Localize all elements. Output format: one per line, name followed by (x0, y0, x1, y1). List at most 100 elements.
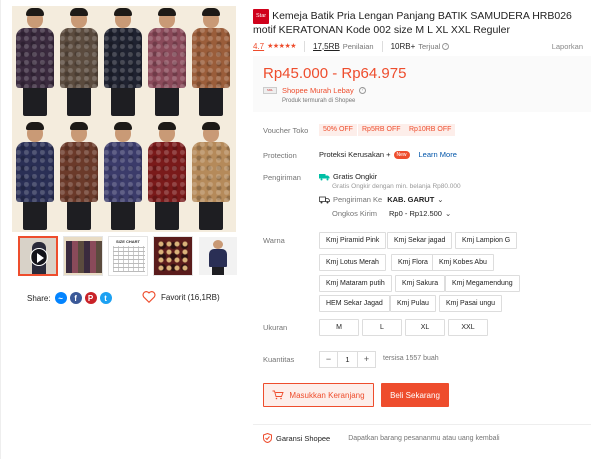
pinterest-icon[interactable]: P (84, 292, 97, 304)
add-to-cart-button[interactable]: Masukkan Keranjang (263, 383, 374, 407)
favorite-label: Favorit (16,1RB) (161, 292, 220, 302)
heart-icon (142, 291, 156, 303)
model-figure (146, 8, 188, 116)
ratings-count[interactable]: 17,5RB (313, 42, 340, 51)
shield-icon (263, 433, 272, 443)
shipping-to-label: Pengiriman Ke (333, 195, 383, 204)
color-option[interactable]: Kmj Pulau (390, 295, 436, 312)
quantity-input[interactable]: 1 (337, 352, 358, 367)
rating-value[interactable]: 4.7 (253, 42, 264, 51)
model-figure (102, 8, 144, 116)
shop-logo: SML (263, 87, 277, 94)
twitter-icon[interactable]: t (99, 292, 112, 304)
shipping-destination[interactable]: Pengiriman Ke KAB. GARUT ⌄ (319, 195, 444, 204)
product-meta: 4.7 ★★★★★ 17,5RB Penilaian 10RB+ Terjual… (253, 40, 583, 52)
play-icon[interactable] (30, 248, 48, 266)
chevron-down-icon[interactable]: ⌄ (445, 209, 451, 218)
size-option[interactable]: XL (405, 319, 445, 336)
thumbnail-size-chart[interactable]: SIZE CHART (108, 236, 148, 276)
quantity-increase-button[interactable]: + (358, 352, 375, 367)
shipping-cost[interactable]: Ongkos Kirim Rp0 - Rp12.500 ⌄ (332, 209, 451, 218)
guarantee-name: Garansi Shopee (276, 433, 331, 443)
new-badge: New (393, 150, 410, 159)
voucher-chip-2[interactable]: Rp5RB OFF (358, 124, 405, 136)
protection-label: Protection (263, 151, 297, 160)
free-shipping-condition: Gratis Ongkir dengan min. belanja Rp80.0… (332, 183, 461, 190)
quantity-stepper: − 1 + (319, 351, 376, 368)
product-title: Star Kemeja Batik Pria Lengan Panjang BAT… (253, 9, 588, 37)
main-product-image[interactable] (12, 6, 236, 232)
voucher-label: Voucher Toko (263, 126, 309, 135)
size-label: Ukuran (263, 323, 288, 332)
chevron-down-icon[interactable]: ⌄ (437, 195, 443, 204)
model-figure (190, 8, 232, 116)
color-option[interactable]: Kmj Flora (391, 254, 435, 271)
color-option[interactable]: Kmj Sakura (395, 275, 446, 292)
share-row: Share: ~ f P t (27, 291, 115, 305)
sold-label: Terjual (418, 41, 441, 51)
thumbnail-video[interactable] (18, 236, 58, 276)
shipping-cost-label: Ongkos Kirim (332, 209, 378, 218)
model-figure (146, 122, 188, 230)
favorite-button[interactable]: Favorit (16,1RB) (142, 291, 220, 303)
add-to-cart-label: Masukkan Keranjang (289, 390, 365, 400)
guarantee-text: Dapatkan barang pesananmu atau uang kemb… (348, 434, 500, 442)
color-label: Warna (263, 236, 285, 245)
price-range: Rp45.000 - Rp64.975 (263, 65, 407, 82)
cart-icon (272, 390, 285, 400)
star-badge: Star (253, 9, 270, 24)
model-figure (190, 122, 232, 230)
stock-count: tersisa 1557 buah (383, 355, 439, 362)
protection-row: Proteksi Kerusakan + New Learn More (319, 150, 457, 159)
thumbnail-fabric[interactable] (153, 236, 193, 276)
shop-promo[interactable]: SML Shopee Murah Lebay ? (263, 86, 366, 95)
thumbnail-models[interactable] (63, 236, 103, 276)
color-option[interactable]: Kmj Pasai ungu (439, 295, 503, 312)
color-option[interactable]: Kmj Piramid Pink (319, 232, 387, 249)
color-option[interactable]: Kmj Mataram putih (319, 275, 392, 292)
size-option[interactable]: L (362, 319, 402, 336)
size-option[interactable]: XXL (448, 319, 488, 336)
shipping-block: Gratis Ongkir Gratis Ongkir dengan min. … (319, 172, 579, 218)
protection-name: Proteksi Kerusakan + (319, 150, 391, 159)
learn-more-link[interactable]: Learn More (419, 150, 457, 159)
shipping-to-value[interactable]: KAB. GARUT (387, 195, 434, 204)
shop-name[interactable]: Shopee Murah Lebay (282, 86, 354, 95)
model-figure (58, 8, 100, 116)
color-option[interactable]: HEM Sekar Jagad (319, 295, 390, 312)
color-option[interactable]: Kmj Lampion G (455, 232, 518, 249)
help-icon[interactable]: ? (442, 42, 450, 50)
quantity-label: Kuantitas (263, 355, 295, 364)
shop-subtitle: Produk termurah di Shopee (282, 98, 356, 104)
sold-count: 10RB+ (390, 41, 416, 51)
color-option[interactable]: Kmj Kobes Abu (432, 254, 494, 271)
thumbnail-model-single[interactable] (198, 236, 238, 276)
rating-stars: ★★★★★ (267, 43, 297, 50)
report-link[interactable]: Laporkan (552, 42, 583, 51)
thumbnail-strip: SIZE CHART (12, 236, 238, 280)
shipping-cost-value: Rp0 - Rp12.500 (389, 209, 442, 218)
price-box: Rp45.000 - Rp64.975 SML Shopee Murah Leb… (253, 56, 591, 112)
shopee-guarantee: Garansi Shopee Dapatkan barang pesananmu… (263, 433, 500, 443)
info-icon[interactable]: ? (358, 87, 366, 94)
facebook-icon[interactable]: f (69, 292, 82, 304)
model-figure (102, 122, 144, 230)
color-option[interactable]: Kmj Sekar jagad (387, 232, 453, 249)
voucher-chip-1[interactable]: 50% OFF (319, 124, 357, 136)
model-figure (14, 8, 56, 116)
truck-icon (319, 196, 330, 203)
ratings-label: Penilaian (342, 41, 374, 51)
quantity-decrease-button[interactable]: − (320, 352, 337, 367)
color-option[interactable]: Kmj Lotus Merah (319, 254, 386, 271)
free-shipping-label: Gratis Ongkir (333, 172, 378, 181)
color-option[interactable]: Kmj Megamendung (445, 275, 520, 292)
buy-now-button[interactable]: Beli Sekarang (381, 383, 449, 407)
voucher-chip-3[interactable]: Rp10RB OFF (405, 124, 456, 136)
messenger-icon[interactable]: ~ (54, 292, 67, 304)
model-figure (14, 122, 56, 230)
product-card: SIZE CHART Share: ~ f P t Favorit (16,1R… (0, 0, 600, 459)
size-option[interactable]: M (319, 319, 359, 336)
size-chart-title: SIZE CHART (116, 239, 140, 244)
model-figure (58, 122, 100, 230)
product-title-text: Kemeja Batik Pria Lengan Panjang BATIK S… (253, 10, 572, 36)
